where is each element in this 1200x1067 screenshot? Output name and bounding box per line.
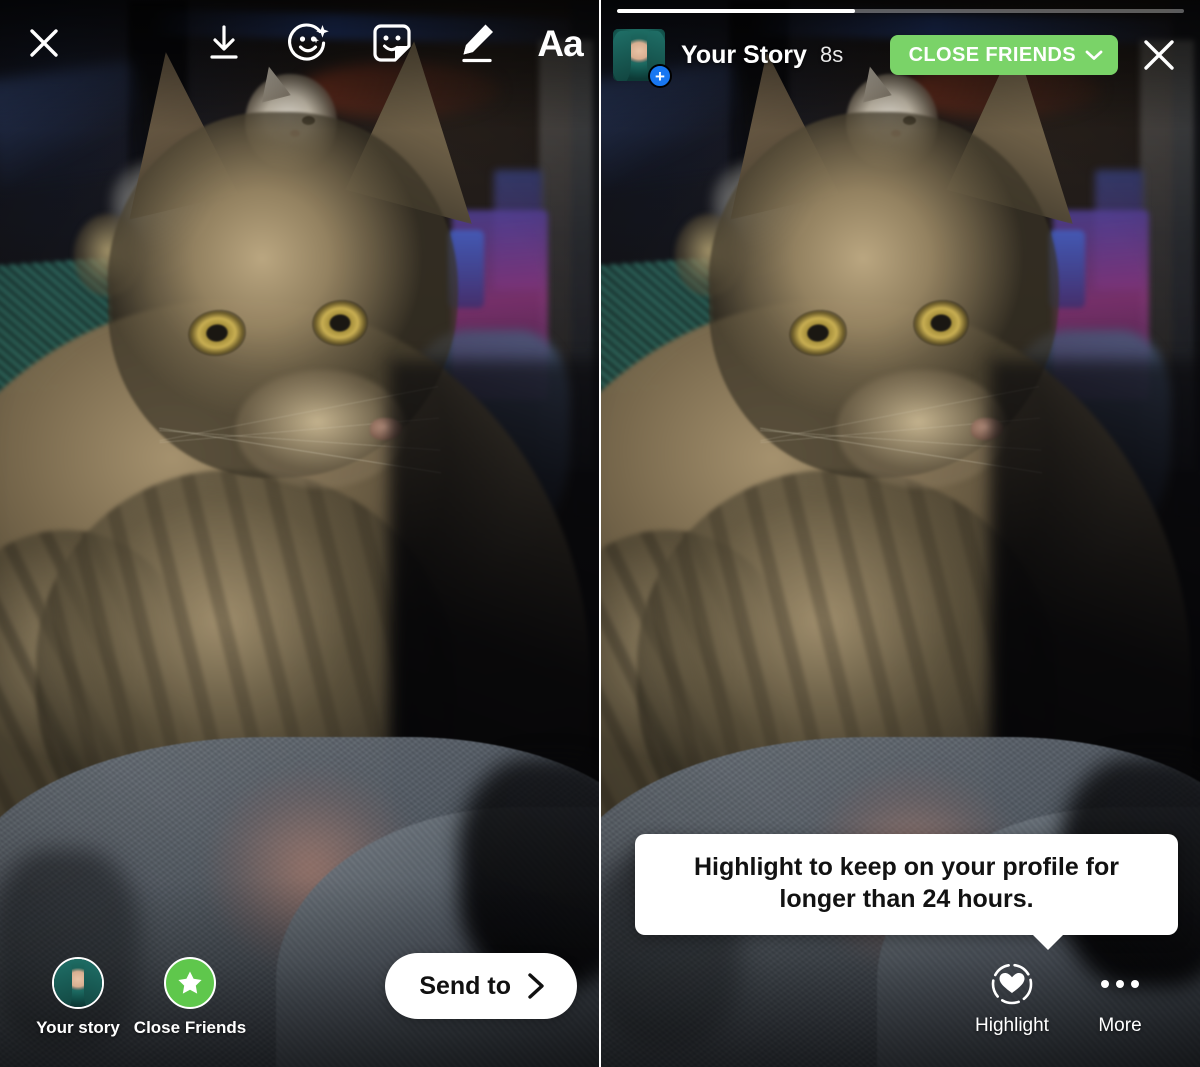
story-progress-bar[interactable] — [617, 9, 1184, 13]
close-x-icon — [1144, 40, 1174, 70]
highlight-button[interactable]: Highlight — [958, 957, 1066, 1037]
progress-track — [617, 9, 1184, 13]
effects-button[interactable] — [283, 17, 333, 69]
highlight-tooltip-text: Highlight to keep on your profile for lo… — [694, 853, 1119, 913]
add-to-story-plus-icon[interactable]: + — [648, 64, 672, 88]
chevron-down-icon — [1085, 50, 1103, 60]
heart-ring-glyph — [991, 963, 1033, 1005]
close-friends-audience-button[interactable]: CLOSE FRIENDS — [889, 35, 1118, 75]
destination-close-friends[interactable]: Close Friends — [134, 947, 246, 1038]
green-star-icon — [164, 957, 216, 1009]
save-button[interactable] — [199, 17, 249, 69]
send-to-button[interactable]: Send to — [385, 953, 577, 1019]
tooltip-arrow — [1031, 933, 1065, 950]
more-button[interactable]: More — [1066, 957, 1174, 1037]
composer-tools: Aa — [199, 17, 585, 69]
viewer-header: + Your Story 8s CLOSE FRIENDS — [601, 22, 1200, 88]
composer-bottom-bar: Your story Close Friends Send to — [0, 947, 599, 1067]
destination-label: Your story — [36, 1018, 120, 1037]
download-icon — [210, 25, 238, 59]
panel-divider — [599, 0, 601, 1067]
highlight-label: Highlight — [975, 1015, 1049, 1036]
face-sparkle-icon — [288, 23, 329, 61]
text-button[interactable]: Aa — [535, 17, 585, 69]
composer-toolbar: Aa — [0, 0, 599, 86]
ellipsis-icon — [1101, 957, 1139, 1011]
sticker-smiley-icon — [373, 24, 411, 62]
star-glyph — [178, 971, 202, 994]
destination-label: Close Friends — [133, 1018, 247, 1037]
avatar[interactable]: + — [613, 29, 672, 88]
send-to-label: Send to — [419, 971, 511, 1000]
story-owner-title: Your Story — [681, 40, 807, 69]
close-x-icon — [30, 29, 58, 57]
more-label: More — [1098, 1015, 1142, 1036]
story-viewer-screen: + Your Story 8s CLOSE FRIENDS Highlight … — [601, 0, 1200, 1067]
draw-button[interactable] — [451, 17, 501, 69]
highlight-tooltip: Highlight to keep on your profile for lo… — [635, 834, 1178, 950]
close-button[interactable] — [1136, 32, 1182, 78]
story-timestamp: 8s — [819, 42, 844, 67]
viewer-action-bar: Highlight More — [601, 947, 1200, 1067]
chevron-right-icon — [528, 973, 544, 999]
story-composer-screen: Aa Your story Close Friends Send to — [0, 0, 599, 1067]
marker-pen-icon — [462, 24, 493, 63]
progress-fill — [617, 9, 856, 13]
destination-your-story[interactable]: Your story — [22, 947, 134, 1038]
avatar-ring-icon — [52, 957, 104, 1009]
close-friends-label: CLOSE FRIENDS — [908, 43, 1076, 66]
close-button[interactable] — [22, 21, 66, 65]
ellipsis-dots — [1101, 980, 1139, 988]
stickers-button[interactable] — [367, 17, 417, 69]
story-screens-comparison: Aa Your story Close Friends Send to + Yo… — [0, 0, 1200, 1067]
text-aa-icon: Aa — [537, 22, 583, 64]
heart-ring-icon — [987, 957, 1037, 1011]
